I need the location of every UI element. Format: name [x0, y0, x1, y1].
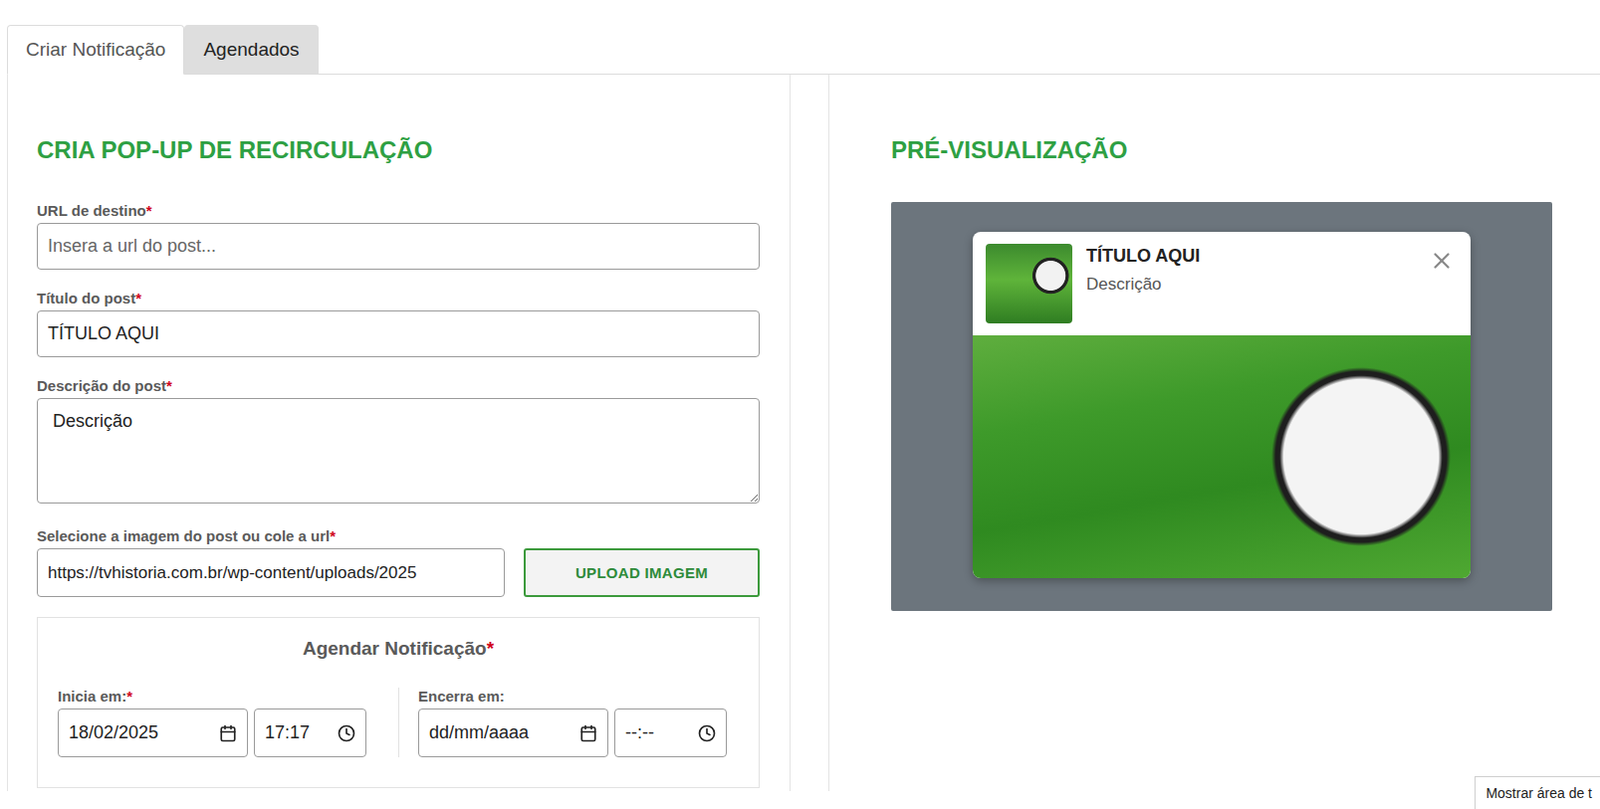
- field-group: Descrição do post* Descrição: [36, 377, 760, 508]
- text-input[interactable]: [36, 310, 760, 358]
- card-thumbnail: [985, 243, 1073, 324]
- schedule-label: Inicia em:*: [57, 687, 399, 705]
- upload-button[interactable]: UPLOAD IMAGEM: [523, 548, 760, 598]
- preview-heading: PRÉ-VISUALIZAÇÃO: [891, 134, 1553, 167]
- schedule-title: Agendar Notificação*: [57, 638, 739, 661]
- preview-box: TÍTULO AQUI Descrição: [891, 202, 1553, 612]
- calendar-icon: [219, 724, 237, 743]
- popup-card: TÍTULO AQUI Descrição: [972, 231, 1471, 579]
- text-input[interactable]: [36, 223, 760, 270]
- clock-icon: [337, 724, 356, 743]
- text-area[interactable]: Descrição: [36, 398, 760, 504]
- schedule-column: Encerra em: dd/mm/aaaa--:--: [398, 687, 739, 758]
- content: CRIA POP-UP DE RECIRCULAÇÃO URL de destin…: [6, 74, 1600, 792]
- image-group: Selecione a imagem do post ou cole a url…: [36, 527, 760, 598]
- close-button[interactable]: [1424, 243, 1459, 278]
- page: Criar NotificaçãoAgendadosCRIA POP-UP DE…: [0, 0, 1600, 809]
- tab[interactable]: Agendados: [184, 24, 318, 75]
- end-datetime: Encerra em: dd/mm/aaaa--:--: [418, 687, 739, 758]
- image-url-input[interactable]: [36, 548, 505, 598]
- card-header: TÍTULO AQUI Descrição: [972, 231, 1471, 336]
- field-label: URL de destino*: [36, 202, 760, 220]
- field-label: Selecione a imagem do post ou cole a url…: [36, 527, 760, 545]
- preview-panel: PRÉ-VISUALIZAÇÃO TÍTULO AQUI Descrição: [828, 74, 1600, 792]
- clock-icon: [697, 724, 716, 743]
- field-group: Título do post*: [36, 289, 760, 358]
- card-image: [972, 335, 1471, 579]
- tab[interactable]: Criar Notificação: [6, 24, 185, 75]
- form-panel: CRIA POP-UP DE RECIRCULAÇÃO URL de destin…: [6, 74, 791, 792]
- time-input[interactable]: 17:17: [253, 708, 367, 758]
- card-text: TÍTULO AQUI Descrição: [1086, 243, 1411, 324]
- tooltip: Mostrar área de t: [1474, 776, 1600, 809]
- schedule-grid: Inicia em:* 18/02/202517:17 Encerra em: dd/…: [57, 687, 739, 758]
- field-group: URL de destino*: [36, 202, 760, 270]
- schedule-label: Encerra em:: [418, 687, 739, 705]
- image-row: UPLOAD IMAGEM: [36, 548, 760, 598]
- calendar-icon: [579, 724, 598, 743]
- field-label: Título do post*: [36, 289, 760, 307]
- card-description: Descrição: [1086, 274, 1411, 295]
- field-label: Descrição do post*: [36, 377, 760, 395]
- start-datetime: Inicia em:* 18/02/202517:17: [57, 687, 399, 758]
- schedule-column: Inicia em:* 18/02/202517:17: [57, 687, 399, 758]
- tab-bar: Criar NotificaçãoAgendados: [6, 24, 1600, 75]
- date-input[interactable]: dd/mm/aaaa: [418, 708, 609, 758]
- close-icon: [1428, 247, 1455, 274]
- card-title: TÍTULO AQUI: [1086, 245, 1411, 267]
- time-input[interactable]: --:--: [614, 708, 727, 758]
- schedule-box: Agendar Notificação* Inicia em:* 18/02/202…: [36, 617, 760, 789]
- date-input[interactable]: 18/02/2025: [57, 708, 248, 758]
- form-heading: CRIA POP-UP DE RECIRCULAÇÃO: [36, 134, 760, 167]
